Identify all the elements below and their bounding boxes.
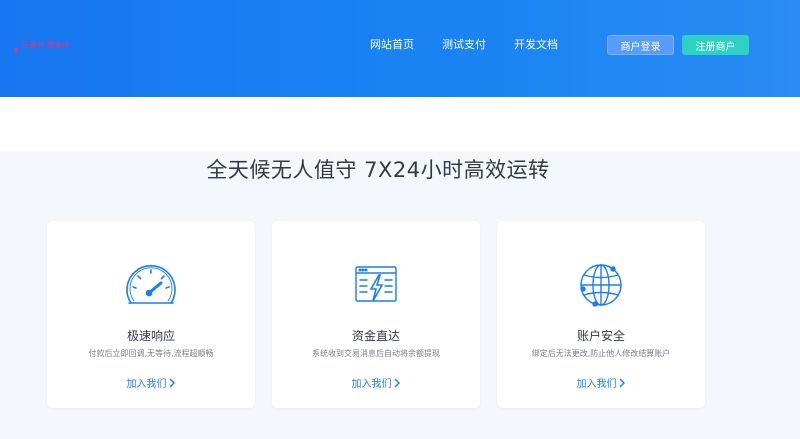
join-us-link[interactable]: 加入我们 bbox=[497, 375, 705, 390]
card-description: 付款后立即回调,无等待,流程超顺畅 bbox=[88, 349, 214, 358]
feature-card-fast-response: 极速响应 付款后立即回调,无等待,流程超顺畅 加入我们 bbox=[47, 221, 255, 408]
chevron-right-icon bbox=[394, 378, 400, 387]
card-description: 绑定后无法更改,防止他人修改结算账户 bbox=[531, 349, 671, 358]
spacer-strip bbox=[0, 97, 800, 151]
chevron-right-icon bbox=[619, 378, 625, 387]
chevron-right-icon bbox=[169, 378, 175, 387]
join-us-label: 加入我们 bbox=[576, 379, 617, 390]
nav-dev-docs[interactable]: 开发文档 bbox=[514, 36, 558, 52]
merchant-login-button[interactable]: 商户登录 bbox=[607, 35, 674, 55]
merchant-register-button[interactable]: 注册商户 bbox=[682, 35, 749, 55]
section-title: 全天候无人值守 7X24小时高效运转 bbox=[206, 158, 550, 182]
nav-test-payment[interactable]: 测试支付 bbox=[442, 36, 486, 52]
join-us-link[interactable]: 加入我们 bbox=[47, 375, 255, 390]
feature-card-account-security: 账户安全 绑定后无法更改,防止他人修改结算账户 加入我们 bbox=[497, 221, 705, 408]
logo-mark-icon bbox=[12, 41, 20, 55]
feature-card-direct-funds: 资金直达 系统收到交易消息后自动将余额提现 加入我们 bbox=[272, 221, 480, 408]
card-title: 极速响应 bbox=[126, 329, 175, 343]
logo-text: 云易付 聚支付 bbox=[22, 41, 70, 49]
card-title: 账户安全 bbox=[576, 329, 625, 343]
speedometer-icon bbox=[123, 261, 179, 309]
nav-home[interactable]: 网站首页 bbox=[370, 36, 414, 52]
join-us-link[interactable]: 加入我们 bbox=[272, 375, 480, 390]
globe-network-icon bbox=[573, 261, 629, 309]
card-title: 资金直达 bbox=[351, 329, 400, 343]
main-nav: 网站首页 测试支付 开发文档 bbox=[370, 36, 558, 52]
join-us-label: 加入我们 bbox=[351, 379, 392, 390]
join-us-label: 加入我们 bbox=[126, 379, 167, 390]
card-description: 系统收到交易消息后自动将余额提现 bbox=[312, 349, 440, 358]
site-logo[interactable]: 云易付 聚支付 bbox=[12, 39, 70, 55]
top-header: 云易付 聚支付 网站首页 测试支付 开发文档 商户登录 注册商户 bbox=[0, 0, 800, 97]
lightning-window-icon bbox=[348, 261, 404, 309]
